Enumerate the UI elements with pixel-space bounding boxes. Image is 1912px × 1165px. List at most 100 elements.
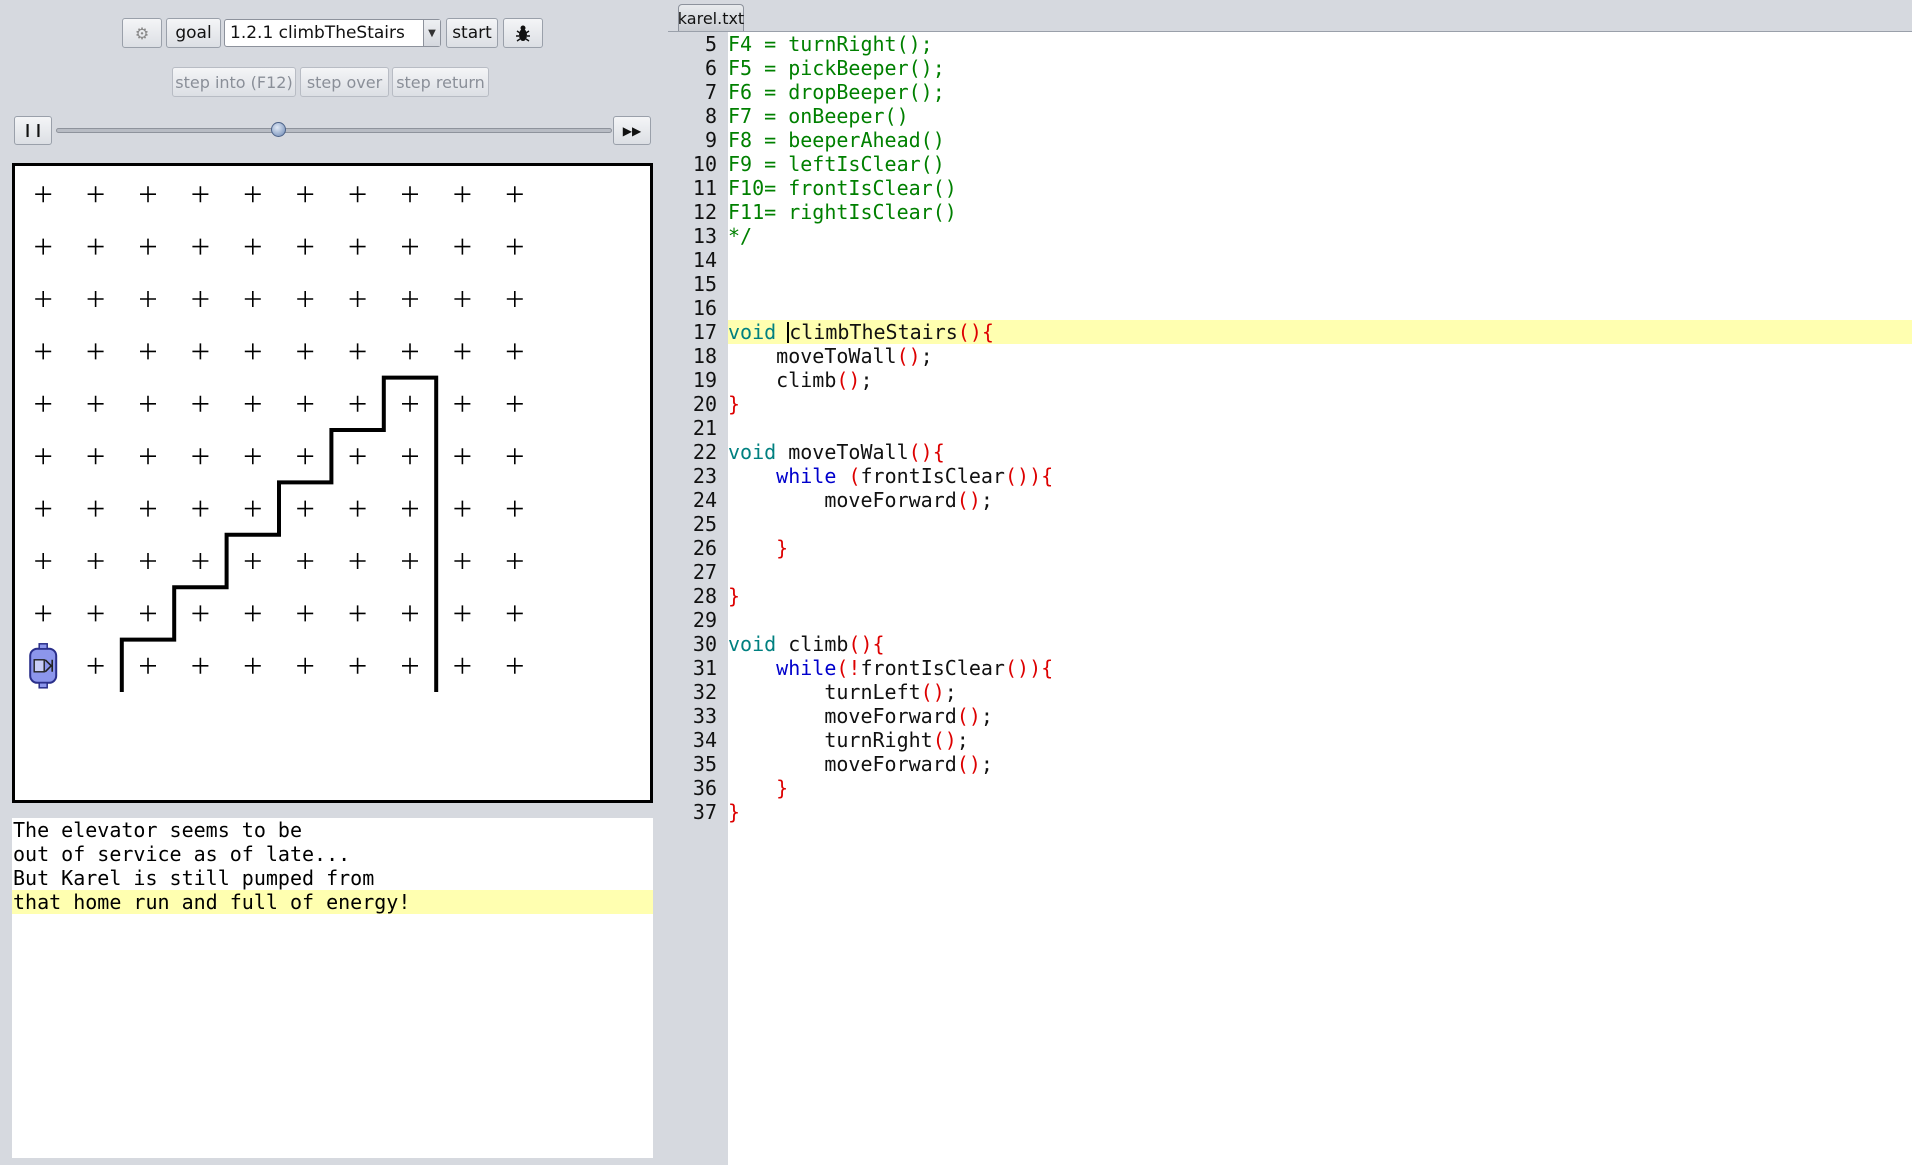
grid-cross	[192, 291, 209, 307]
code-line[interactable]	[728, 560, 1912, 584]
line-number: 5	[704, 32, 717, 56]
code-line[interactable]: moveForward();	[728, 752, 1912, 776]
code-line[interactable]	[728, 608, 1912, 632]
line-number: 30	[692, 632, 717, 656]
code-token: void	[728, 440, 777, 464]
code-line[interactable]	[728, 272, 1912, 296]
code-line[interactable]: }	[728, 536, 1912, 560]
grid-cross	[35, 500, 52, 517]
gears-button[interactable]: ⚙	[122, 18, 162, 48]
step-into-button[interactable]: step into (F12)	[172, 67, 296, 97]
code-token: void	[728, 632, 777, 656]
grid-cross	[402, 500, 418, 517]
code-line[interactable]: }	[728, 776, 1912, 800]
code-line[interactable]: climb();	[728, 368, 1912, 392]
grid-cross	[454, 553, 471, 569]
level-select[interactable]: 1.2.1 climbTheStairs ▼	[224, 19, 441, 47]
code-line[interactable]: F4 = turnRight();	[728, 32, 1912, 56]
grid-cross	[244, 448, 261, 465]
line-number: 12	[692, 200, 717, 224]
code-line[interactable]: turnRight();	[728, 728, 1912, 752]
code-token: (){	[848, 632, 885, 656]
code-line[interactable]	[728, 296, 1912, 320]
level-select-value: 1.2.1 climbTheStairs	[230, 23, 405, 43]
code-line[interactable]	[728, 248, 1912, 272]
line-number: 20	[692, 392, 717, 416]
grid-cross	[87, 291, 104, 307]
code-line[interactable]: }	[728, 584, 1912, 608]
code-line[interactable]: moveToWall();	[728, 344, 1912, 368]
grid-cross	[87, 448, 104, 465]
grid-cross	[349, 448, 366, 465]
code-line[interactable]: F10= frontIsClear()	[728, 176, 1912, 200]
grid-cross	[140, 186, 156, 203]
code-token: ;	[980, 704, 993, 728]
speed-slider-track[interactable]	[56, 128, 612, 133]
code-line[interactable]: }	[728, 800, 1912, 824]
speed-slider-thumb[interactable]	[271, 122, 287, 137]
code-token: moveToWall	[776, 440, 909, 464]
step-over-button[interactable]: step over	[300, 67, 389, 97]
code-token: ;	[980, 752, 993, 776]
code-line[interactable]: F9 = leftIsClear()	[728, 152, 1912, 176]
grid-cross	[454, 395, 471, 412]
code-line[interactable]: F8 = beeperAhead()	[728, 128, 1912, 152]
grid-cross	[349, 291, 366, 307]
grid-cross	[454, 500, 471, 517]
code-editor[interactable]: F4 = turnRight(); F5 = pickBeeper(); F6 = …	[728, 32, 1912, 1165]
code-line[interactable]: while (frontIsClear()){	[728, 464, 1912, 488]
bug-button[interactable]	[503, 18, 543, 48]
chevron-down-icon[interactable]: ▼	[423, 20, 440, 46]
code-line[interactable]: turnLeft();	[728, 680, 1912, 704]
grid-cross	[244, 291, 261, 307]
grid-cross	[140, 605, 156, 622]
step-return-button[interactable]: step return	[392, 67, 489, 97]
grid-cross	[506, 238, 523, 255]
grid-cross	[87, 500, 104, 517]
grid-cross	[297, 657, 314, 674]
grid-cross	[402, 291, 418, 307]
code-line[interactable]: F11= rightIsClear()	[728, 200, 1912, 224]
grid-cross	[349, 186, 366, 203]
grid-cross	[244, 395, 261, 412]
grid-cross	[35, 186, 52, 203]
grid-cross	[244, 657, 261, 674]
code-line[interactable]: }	[728, 392, 1912, 416]
code-line[interactable]	[728, 512, 1912, 536]
code-line[interactable]: F5 = pickBeeper();	[728, 56, 1912, 80]
code-token: void	[728, 320, 777, 344]
code-line[interactable]: void climbTheStairs(){	[728, 320, 1912, 344]
grid-cross	[192, 605, 209, 622]
start-button[interactable]: start	[446, 18, 498, 48]
code-line[interactable]: */	[728, 224, 1912, 248]
pause-button[interactable]: ❙❙	[14, 116, 52, 145]
grid-cross	[297, 448, 314, 465]
grid-cross	[35, 291, 52, 307]
code-token: ;	[944, 680, 957, 704]
code-line[interactable]: void climb(){	[728, 632, 1912, 656]
grid-cross	[35, 553, 52, 569]
grid-cross	[454, 343, 471, 360]
code-token: F7 = onBeeper()	[728, 104, 909, 128]
grid-cross	[454, 448, 471, 465]
code-token: climb	[728, 368, 837, 392]
code-token: ;	[920, 344, 933, 368]
tab-karel-txt[interactable]: karel.txt	[678, 4, 744, 31]
grid-cross	[244, 500, 261, 517]
code-line[interactable]: void moveToWall(){	[728, 440, 1912, 464]
code-line[interactable]: while(!frontIsClear()){	[728, 656, 1912, 680]
line-number: 14	[692, 248, 717, 272]
line-number: 6	[704, 56, 717, 80]
code-line[interactable]: F6 = dropBeeper();	[728, 80, 1912, 104]
world-canvas	[29, 186, 523, 692]
grid-cross	[454, 291, 471, 307]
code-line[interactable]: moveForward();	[728, 488, 1912, 512]
code-line[interactable]: F7 = onBeeper()	[728, 104, 1912, 128]
fast-forward-button[interactable]: ▶▶	[613, 116, 651, 145]
line-number: 36	[692, 776, 717, 800]
code-line[interactable]	[728, 416, 1912, 440]
code-line[interactable]: moveForward();	[728, 704, 1912, 728]
goal-button[interactable]: goal	[166, 18, 221, 48]
